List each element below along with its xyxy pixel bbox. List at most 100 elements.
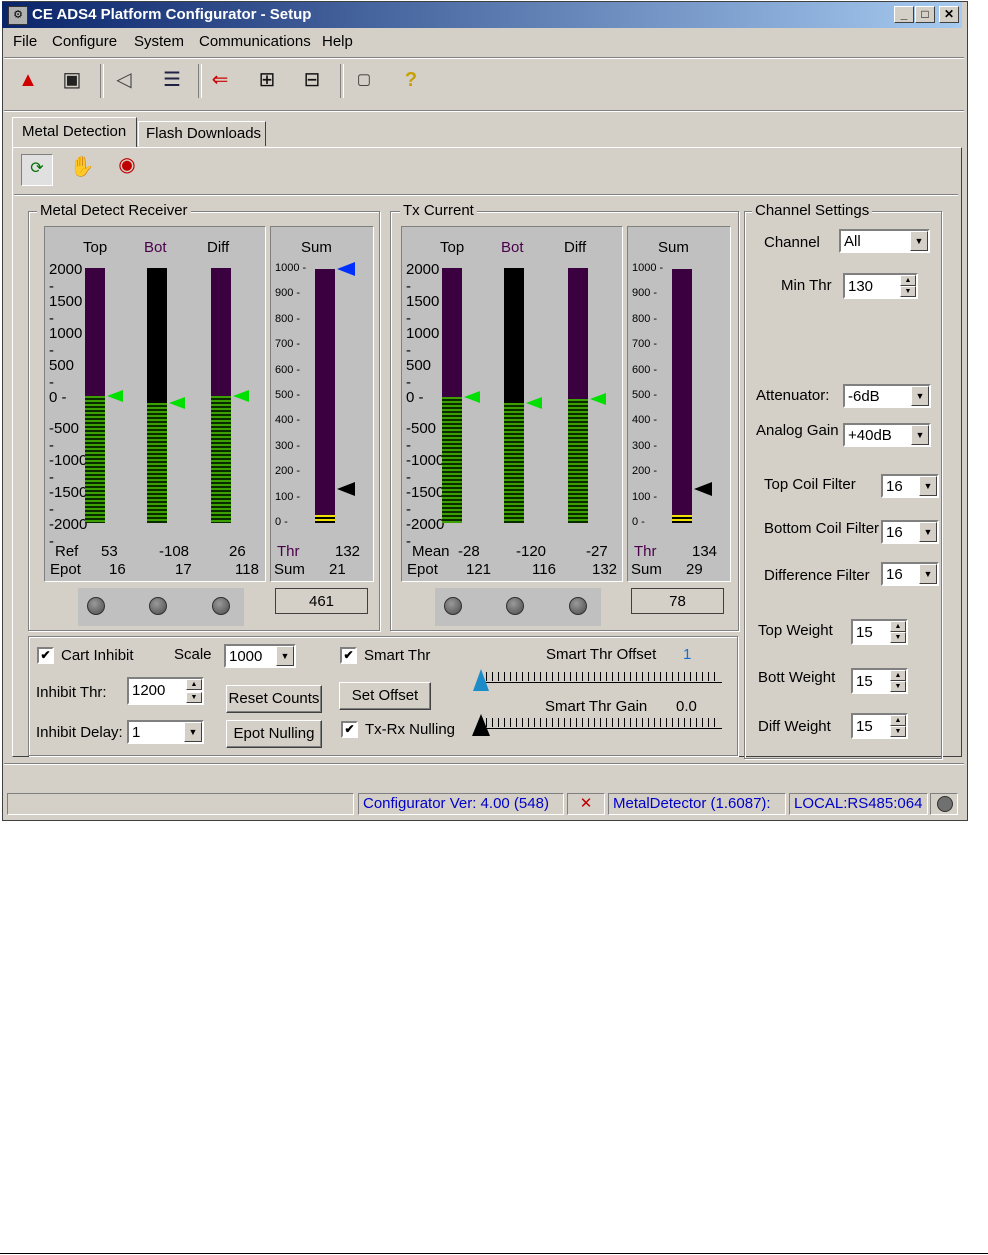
maximize-button[interactable]: □	[915, 6, 935, 23]
chip-icon[interactable]: ▣	[58, 66, 86, 94]
slider-tick	[540, 718, 541, 727]
auto-refresh-icon[interactable]: ⟳	[21, 154, 53, 186]
slider-tick	[570, 718, 571, 727]
close-button[interactable]: ✕	[939, 6, 959, 23]
slider-tick	[510, 718, 511, 727]
set-offset-button[interactable]: Set Offset	[339, 682, 431, 710]
edit-list-icon[interactable]: ☰	[158, 66, 186, 94]
top-weight-label: Top Weight	[758, 622, 833, 639]
spin-up-icon[interactable]: ▲	[890, 670, 906, 681]
help-icon[interactable]: ?	[397, 66, 425, 94]
analog-gain-select[interactable]: +40dB ▼	[843, 423, 931, 447]
bottom-coil-filter-select[interactable]: 16 ▼	[881, 520, 939, 544]
chevron-down-icon[interactable]: ▼	[911, 425, 929, 445]
meter-tick-label: -1500 -	[49, 484, 88, 519]
hand-icon[interactable]: ✋	[68, 154, 96, 182]
reset-counts-button[interactable]: Reset Counts	[226, 685, 322, 713]
meter-row1-label: Mean	[412, 543, 450, 560]
spin-up-icon[interactable]: ▲	[890, 621, 906, 632]
spin-down-icon[interactable]: ▼	[186, 692, 202, 703]
chevron-down-icon[interactable]: ▼	[919, 522, 937, 542]
slider-tick	[582, 672, 583, 681]
top-weight-value: 15	[856, 624, 873, 641]
diff-weight-value: 15	[856, 718, 873, 735]
refresh-page-icon[interactable]: ▢	[350, 66, 378, 94]
tx-sum-panel: Sum 1000 - 900 - 800 - 700 - 600 - 500 - 400 - 3…	[627, 226, 731, 582]
tab-flash-downloads[interactable]: Flash Downloads	[138, 121, 266, 146]
spin-down-icon[interactable]: ▼	[890, 681, 906, 692]
slider-tick	[552, 718, 553, 727]
network-icon[interactable]: ⊞	[253, 66, 281, 94]
sum-tick-label: 800 -	[275, 312, 301, 325]
record-speaker-icon[interactable]: ◉	[110, 152, 144, 182]
meter-row1-label: Ref	[55, 543, 79, 560]
menu-communications[interactable]: Communications	[199, 33, 311, 50]
cart-inhibit-checkbox[interactable]: ✔	[37, 647, 54, 664]
menu-help[interactable]: Help	[322, 33, 353, 50]
inhibit-thr-spinner[interactable]: 1200 ▲ ▼	[127, 677, 204, 705]
diff-weight-spinner[interactable]: 15 ▲ ▼	[851, 713, 908, 739]
toolbar-separator	[100, 64, 104, 98]
spin-up-icon[interactable]: ▲	[890, 715, 906, 726]
smart-offset-slider-track[interactable]	[480, 672, 722, 683]
back-arrow-icon[interactable]: ⇐	[206, 66, 234, 94]
sum-thr-value: 132	[335, 543, 361, 560]
receiver-diff-lamp	[212, 597, 230, 615]
chevron-down-icon[interactable]: ▼	[919, 564, 937, 584]
toolbar-separator	[340, 64, 344, 98]
sum-tick-label: 100 -	[632, 490, 658, 503]
meter-fill-bot	[147, 403, 167, 523]
minimize-button[interactable]: _	[894, 6, 914, 23]
meter-tick-label: 1500 -	[406, 292, 440, 327]
menu-file[interactable]: File	[13, 33, 37, 50]
smart-gain-slider-thumb[interactable]	[472, 714, 490, 736]
scale-select[interactable]: 1000 ▼	[224, 644, 296, 668]
chevron-down-icon[interactable]: ▼	[910, 231, 928, 251]
chevron-down-icon[interactable]: ▼	[911, 386, 929, 406]
chevron-down-icon[interactable]: ▼	[919, 476, 937, 496]
epot-nulling-button[interactable]: Epot Nulling	[226, 720, 322, 748]
min-thr-spinner[interactable]: 130 ▲ ▼	[843, 273, 918, 299]
meter-col-diff: Diff	[207, 239, 230, 256]
tab-metal-detection[interactable]: Metal Detection	[12, 117, 137, 148]
spin-up-icon[interactable]: ▲	[186, 679, 202, 690]
meter-marker-diff	[590, 393, 606, 406]
inhibit-delay-select[interactable]: 1 ▼	[127, 720, 204, 744]
slider-tick	[696, 718, 697, 727]
top-coil-filter-select[interactable]: 16 ▼	[881, 474, 939, 498]
bott-weight-spinner[interactable]: 15 ▲ ▼	[851, 668, 908, 694]
attenuator-select[interactable]: -6dB ▼	[843, 384, 931, 408]
sum-sum-value: 29	[686, 561, 703, 578]
spin-down-icon[interactable]: ▼	[890, 726, 906, 737]
channel-select[interactable]: All ▼	[839, 229, 930, 253]
network-tree-icon[interactable]: ⊟	[298, 66, 326, 94]
meter-tick-label: 2000 -	[406, 261, 440, 295]
slider-tick	[624, 718, 625, 727]
sum-tick-label: 300 -	[632, 439, 658, 452]
bottom-coil-filter-value: 16	[886, 524, 903, 541]
speaker-icon[interactable]: ◁	[110, 66, 138, 94]
meter-col-bot: Bot	[501, 239, 524, 256]
txrx-nulling-checkbox[interactable]: ✔	[341, 721, 358, 738]
menu-system[interactable]: System	[134, 33, 184, 50]
cart-inhibit-label: Cart Inhibit	[61, 647, 134, 664]
alarm-icon[interactable]: ▲	[14, 66, 42, 94]
menu-configure[interactable]: Configure	[52, 33, 117, 50]
meter-row2-label: Epot	[50, 561, 81, 578]
meter-bar-bot	[147, 268, 167, 404]
slider-tick	[678, 718, 679, 727]
slider-tick	[618, 718, 619, 727]
top-weight-spinner[interactable]: 15 ▲ ▼	[851, 619, 908, 645]
spin-down-icon[interactable]: ▼	[900, 286, 916, 297]
difference-filter-select[interactable]: 16 ▼	[881, 562, 939, 586]
slider-tick	[564, 672, 565, 681]
spin-up-icon[interactable]: ▲	[900, 275, 916, 286]
sum-sum-label: Sum	[631, 561, 662, 578]
smart-thr-checkbox[interactable]: ✔	[340, 647, 357, 664]
chevron-down-icon[interactable]: ▼	[184, 722, 202, 742]
smart-offset-slider-thumb[interactable]	[473, 669, 489, 691]
spin-down-icon[interactable]: ▼	[890, 632, 906, 643]
smart-gain-slider-track[interactable]	[480, 718, 722, 729]
chevron-down-icon[interactable]: ▼	[276, 646, 294, 666]
slider-tick	[546, 718, 547, 727]
